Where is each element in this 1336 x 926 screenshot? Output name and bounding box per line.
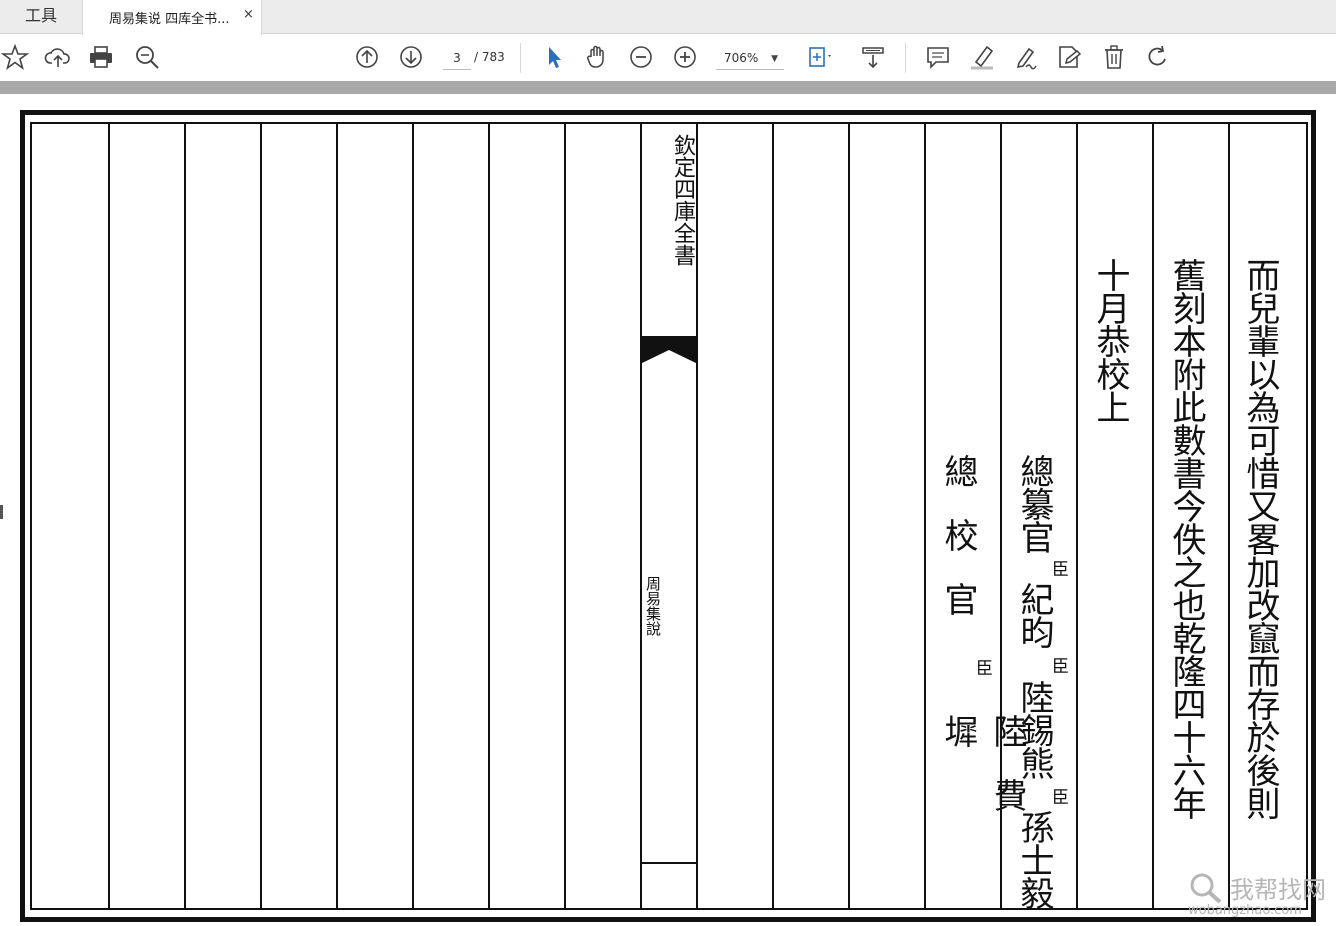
text-column-1: 而兒輩以為可惜又畧加改竄而存於後則 (1240, 258, 1280, 819)
page-total: / 783 (474, 50, 505, 64)
toolbar-divider (905, 43, 906, 73)
proofreader-name: 陸費墀 (938, 714, 1027, 842)
column-line (336, 122, 338, 910)
column-line (184, 122, 186, 910)
column-line (412, 122, 414, 910)
scroll-mode-icon[interactable] (859, 43, 887, 71)
page-down-icon[interactable] (397, 43, 425, 71)
subject-mark: 臣 (1048, 560, 1068, 577)
cloud-upload-icon[interactable] (44, 43, 72, 71)
page-number-input[interactable]: 3 (443, 48, 471, 70)
column-line (924, 122, 926, 910)
rotate-icon[interactable] (1144, 43, 1172, 71)
page-up-icon[interactable] (353, 43, 381, 71)
column-line (772, 122, 774, 910)
subject-mark: 臣 (1048, 657, 1068, 674)
center-book-name: 周易集說 (644, 576, 662, 636)
column-line (1076, 122, 1078, 910)
center-bottom-line (642, 862, 698, 864)
toolbar-divider (520, 43, 521, 73)
zoom-in-icon[interactable] (671, 43, 699, 71)
watermark: 我帮找网 wobangzhao.com (1188, 870, 1336, 918)
zoom-search-icon[interactable] (133, 43, 161, 71)
compiler-name: 紀昀 (1014, 582, 1054, 648)
hand-icon[interactable] (583, 43, 611, 71)
text-column-2: 舊刻本附此數書今佚之也乾隆四十六年 (1166, 258, 1206, 819)
sign-icon[interactable] (1011, 43, 1039, 71)
tab-bar: 工具 周易集说 四库全书... × (0, 0, 1336, 35)
stamp-icon[interactable] (1055, 43, 1083, 71)
zoom-select[interactable]: 706% ▼ (716, 48, 784, 70)
text-column-3: 十月恭校上 (1090, 258, 1130, 423)
proofreader-title: 總校官 (938, 454, 978, 646)
watermark-main: 我帮找网 (1230, 876, 1326, 904)
select-arrow-icon[interactable] (540, 43, 568, 71)
column-line (488, 122, 490, 910)
close-icon[interactable]: × (243, 7, 254, 22)
column-line (260, 122, 262, 910)
column-line (1228, 122, 1230, 910)
zoom-value: 706% (724, 51, 759, 65)
compiler-title: 總纂官 (1014, 454, 1054, 553)
column-line (108, 122, 110, 910)
document-page: 欽定四庫全書 周易集說 而兒輩以為可惜又畧加改竄而存於後則 舊刻本附此數書今佚之… (8, 94, 1336, 926)
zoom-out-icon[interactable] (627, 43, 655, 71)
magnifier-logo-icon (1190, 873, 1222, 904)
fish-tail-mark (640, 336, 698, 364)
toolbar: 3 / 783 706% ▼ (0, 35, 1336, 81)
comment-icon[interactable] (924, 43, 952, 71)
print-icon[interactable] (87, 43, 115, 71)
subject-mark: 臣 (1048, 788, 1068, 805)
tab-document-title: 周易集说 四库全书... (109, 12, 230, 27)
center-title: 欽定四庫全書 (670, 134, 695, 266)
tab-document[interactable]: 周易集说 四库全书... × (82, 0, 262, 35)
highlight-icon[interactable] (968, 43, 996, 71)
star-icon[interactable] (0, 43, 30, 71)
column-line (848, 122, 850, 910)
document-viewport[interactable]: 欽定四庫全書 周易集說 而兒輩以為可惜又畧加改竄而存於後則 舊刻本附此數書今佚之… (0, 81, 1336, 926)
watermark-sub: wobangzhao.com (1188, 903, 1302, 918)
subject-mark: 臣 (972, 659, 992, 676)
column-line (564, 122, 566, 910)
sidebar-toggle-handle[interactable] (0, 505, 3, 519)
column-line (1152, 122, 1154, 910)
chevron-down-icon: ▼ (771, 54, 778, 64)
page-gap-strip (0, 81, 1336, 94)
delete-icon[interactable] (1100, 43, 1128, 71)
tab-tools[interactable]: 工具 (0, 0, 82, 34)
fit-page-icon[interactable] (806, 43, 834, 71)
